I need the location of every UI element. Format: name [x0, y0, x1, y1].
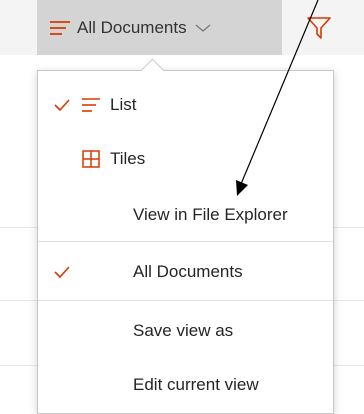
tiles-icon — [82, 150, 100, 168]
chevron-down-icon — [195, 24, 211, 32]
menu-item-list[interactable]: List — [38, 77, 333, 133]
menu-divider — [38, 300, 333, 301]
view-menu: List Tiles View in File Explorer All Doc… — [37, 58, 334, 414]
menu-item-tiles[interactable]: Tiles — [38, 131, 333, 187]
view-selector-button[interactable]: All Documents — [37, 0, 282, 55]
menu-item-view-in-file-explorer[interactable]: View in File Explorer — [38, 187, 333, 243]
menu-divider — [38, 241, 333, 242]
list-icon — [82, 98, 100, 112]
menu-item-label: List — [110, 95, 137, 114]
list-icon — [50, 20, 70, 35]
view-selector-label: All Documents — [77, 17, 187, 37]
menu-item-label: All Documents — [133, 262, 243, 281]
checkmark-icon — [54, 266, 70, 278]
menu-item-label: Edit current view — [133, 375, 259, 394]
filter-icon[interactable] — [304, 12, 334, 42]
menu-item-label: Save view as — [133, 321, 234, 340]
menu-item-label: View in File Explorer — [133, 205, 288, 224]
menu-item-edit-current-view[interactable]: Edit current view — [38, 357, 333, 413]
menu-item-all-documents[interactable]: All Documents — [38, 244, 333, 300]
menu-item-save-view-as[interactable]: Save view as — [38, 303, 333, 359]
checkmark-icon — [54, 99, 70, 111]
menu-item-label: Tiles — [110, 149, 146, 168]
